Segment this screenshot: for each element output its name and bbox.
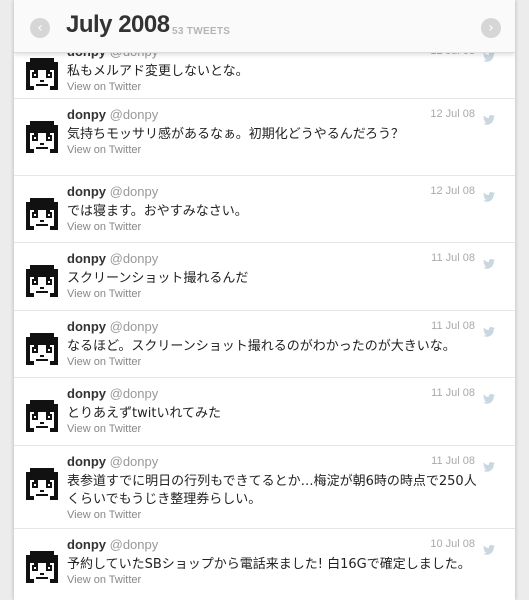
avatar[interactable] — [24, 396, 60, 432]
avatar[interactable] — [24, 261, 60, 297]
tweet-date[interactable]: 11 Jul 08 — [431, 387, 475, 399]
tweet-archive-panel: ‹ July 2008 53 TWEETS › donpy @donpy 12 J… — [14, 0, 515, 600]
author-handle: @donpy — [109, 184, 159, 199]
prev-month-button[interactable]: ‹ — [30, 18, 50, 38]
tweet-item: donpy @donpy 11 Jul 08 なるほど。スクリーンショット撮れるのが… — [14, 310, 515, 378]
tweet-text: 私もメルアド変更しないとな。 — [67, 64, 249, 79]
author-name: donpy — [67, 184, 106, 199]
author-name: donpy — [67, 537, 106, 552]
twitter-bird-icon — [483, 457, 495, 472]
view-on-twitter-link[interactable]: View on Twitter — [67, 288, 141, 300]
tweet-author[interactable]: donpy @donpy — [67, 184, 158, 199]
month-title: July 2008 — [66, 11, 170, 38]
twitter-bird-icon — [483, 389, 495, 404]
chevron-right-icon: › — [488, 20, 494, 36]
view-on-twitter-link[interactable]: View on Twitter — [67, 423, 141, 435]
tweet-text: 気持ちモッサリ感があるなぁ。初期化どうやるんだろう？ — [67, 127, 404, 142]
author-handle: @donpy — [109, 386, 159, 401]
avatar[interactable] — [24, 547, 60, 583]
tweet-item: donpy @donpy 11 Jul 08 スクリーンショット撮れるんだ View … — [14, 242, 515, 311]
author-name: donpy — [67, 251, 106, 266]
author-name: donpy — [67, 386, 106, 401]
view-on-twitter-link[interactable]: View on Twitter — [67, 356, 141, 368]
author-handle: @donpy — [109, 454, 159, 469]
tweet-date[interactable]: 12 Jul 08 — [430, 185, 475, 197]
avatar[interactable] — [24, 117, 60, 153]
tweet-item: donpy @donpy 10 Jul 08 予約していたSBショップから電話来まし… — [14, 528, 515, 600]
view-on-twitter-link[interactable]: View on Twitter — [67, 81, 141, 93]
tweet-item: donpy @donpy 12 Jul 08 気持ちモッサリ感があるなぁ。初期化どう… — [14, 98, 515, 176]
tweet-text: では寝ます。おやすみなさい。 — [67, 204, 248, 219]
tweet-author[interactable]: donpy @donpy — [67, 107, 158, 122]
twitter-bird-icon — [483, 322, 495, 337]
tweet-author[interactable]: donpy @donpy — [67, 251, 158, 266]
avatar[interactable] — [24, 54, 60, 90]
twitter-bird-icon — [483, 187, 495, 202]
author-name: donpy — [67, 454, 106, 469]
tweet-date[interactable]: 11 Jul 08 — [431, 455, 475, 467]
avatar[interactable] — [24, 194, 60, 230]
month-header: ‹ July 2008 53 TWEETS › — [14, 0, 515, 53]
tweet-date[interactable]: 11 Jul 08 — [431, 252, 475, 264]
author-handle: @donpy — [109, 319, 159, 334]
tweet-author[interactable]: donpy @donpy — [67, 386, 158, 401]
tweet-author[interactable]: donpy @donpy — [67, 454, 158, 469]
twitter-bird-icon — [483, 110, 495, 125]
tweet-date[interactable]: 12 Jul 08 — [430, 108, 475, 120]
author-name: donpy — [67, 107, 106, 122]
avatar[interactable] — [24, 464, 60, 500]
view-on-twitter-link[interactable]: View on Twitter — [67, 574, 141, 586]
author-handle: @donpy — [109, 251, 159, 266]
tweet-item: donpy @donpy 12 Jul 08 では寝ます。おやすみなさい。 View … — [14, 175, 515, 243]
next-month-button[interactable]: › — [481, 18, 501, 38]
tweet-item: donpy @donpy 11 Jul 08 とりあえずtwitいれてみた View … — [14, 377, 515, 446]
tweet-text: なるほど。スクリーンショット撮れるのがわかったのが大きいな。 — [67, 339, 456, 354]
tweet-date[interactable]: 10 Jul 08 — [430, 538, 475, 550]
avatar[interactable] — [24, 329, 60, 365]
view-on-twitter-link[interactable]: View on Twitter — [67, 509, 141, 521]
tweet-text: 予約していたSBショップから電話来ました! 白16Gで確定しました。 — [67, 557, 471, 572]
tweet-author[interactable]: donpy @donpy — [67, 319, 158, 334]
tweet-text: スクリーンショット撮れるんだ — [67, 271, 249, 286]
tweet-text: とりあえずtwitいれてみた — [67, 406, 222, 421]
tweet-count: 53 TWEETS — [172, 26, 231, 37]
view-on-twitter-link[interactable]: View on Twitter — [67, 221, 141, 233]
view-on-twitter-link[interactable]: View on Twitter — [67, 144, 141, 156]
twitter-bird-icon — [483, 540, 495, 555]
twitter-bird-icon — [483, 254, 495, 269]
tweet-item: donpy @donpy 11 Jul 08 表参道すでに明日の行列もできてるとか…… — [14, 445, 515, 529]
chevron-left-icon: ‹ — [37, 20, 43, 36]
author-handle: @donpy — [109, 107, 159, 122]
tweet-author[interactable]: donpy @donpy — [67, 537, 158, 552]
author-handle: @donpy — [109, 537, 159, 552]
tweet-text: 表参道すでに明日の行列もできてるとか…梅淀が朝6時の時点で250人くらいでもうじ… — [67, 474, 477, 507]
author-name: donpy — [67, 319, 106, 334]
tweet-date[interactable]: 11 Jul 08 — [431, 320, 475, 332]
